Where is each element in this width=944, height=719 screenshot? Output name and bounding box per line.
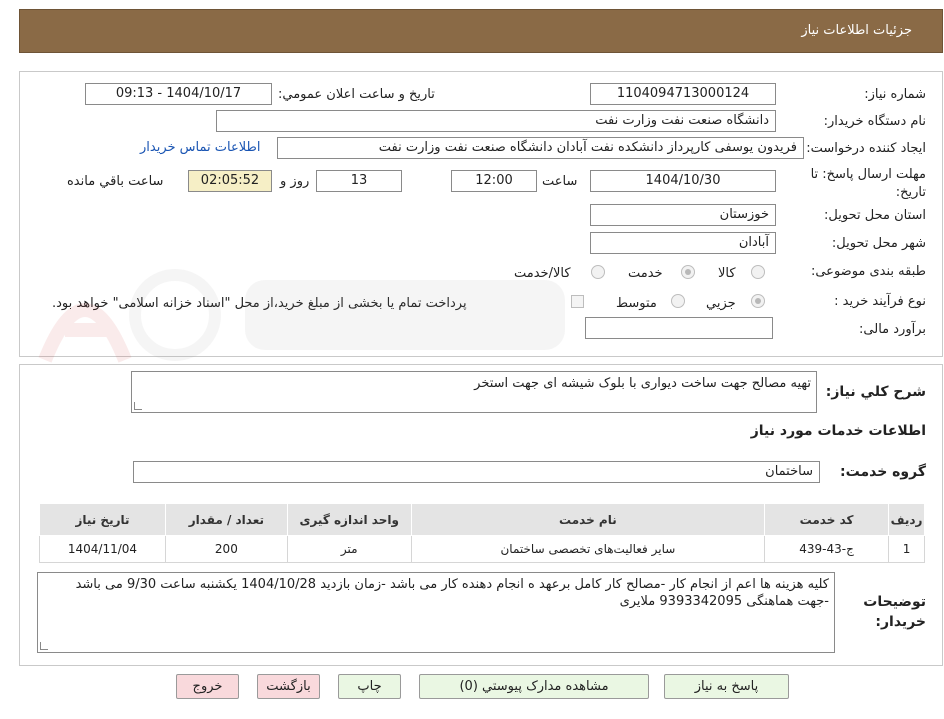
cell-row: 1 [888, 535, 925, 563]
service-group-field: ساختمان [133, 461, 820, 483]
resize-grip-icon [134, 402, 142, 410]
services-table: ردیف کد خدمت نام خدمت واحد اندازه گیری ت… [39, 503, 925, 563]
col-date: تاریخ نیاز [39, 503, 166, 536]
treasury-payment-note: پرداخت تمام یا بخشی از مبلغ خرید،از محل … [52, 296, 467, 311]
category-goods-label: کالا [718, 266, 736, 281]
description-label: شرح کلي نیاز: [825, 384, 926, 400]
deadline-date-field: 1404/10/30 [590, 170, 776, 192]
process-partial-radio[interactable] [751, 294, 765, 308]
need-number-label: شماره نیاز: [864, 87, 926, 102]
process-medium-radio[interactable] [671, 294, 685, 308]
cell-qty: 200 [164, 535, 288, 563]
remaining-time-label: ساعت باقي مانده [67, 174, 164, 189]
deadline-time-field: 12:00 [451, 170, 537, 192]
description-textarea: تهیه مصالح جهت ساخت دیواری با بلوک شیشه … [131, 371, 817, 413]
col-qty: تعداد / مقدار [164, 503, 288, 536]
buyer-org-field: دانشگاه صنعت نفت وزارت نفت [216, 110, 776, 132]
requester-label: ایجاد کننده درخواست: [806, 141, 926, 156]
services-section-title: اطلاعات خدمات مورد نیاز [750, 423, 926, 439]
col-code: کد خدمت [764, 503, 890, 536]
page-title: جزئیات اطلاعات نیاز [801, 23, 912, 38]
resize-grip-icon [40, 642, 48, 650]
col-row: ردیف [888, 503, 925, 536]
time-label: ساعت [542, 174, 578, 189]
reply-button[interactable]: پاسخ به نیاز [664, 674, 789, 699]
days-remaining-field: 13 [316, 170, 402, 192]
category-label: طبقه بندی موضوعی: [810, 264, 926, 279]
table-header-row: ردیف کد خدمت نام خدمت واحد اندازه گیری ت… [39, 503, 925, 536]
category-goods-radio[interactable] [751, 265, 765, 279]
col-name: نام خدمت [410, 503, 766, 536]
category-goods-service-radio[interactable] [591, 265, 605, 279]
buyer-notes-text: کلیه هزینه ها اعم از انجام کار -مصالح کا… [75, 577, 829, 609]
city-field: آبادان [590, 232, 776, 254]
cell-code: ج-43-439 [764, 535, 890, 563]
process-medium-label: متوسط [616, 296, 657, 311]
budget-field [585, 317, 773, 339]
province-label: استان محل تحویل: [824, 208, 926, 223]
exit-button[interactable]: خروج [176, 674, 239, 699]
buyer-org-label: نام دستگاه خریدار: [823, 114, 926, 129]
process-partial-label: جزیي [706, 296, 736, 311]
purchase-process-label: نوع فرآیند خرید : [834, 294, 926, 309]
days-label: روز و [280, 174, 310, 189]
announce-date-field: 1404/10/17 - 09:13 [85, 83, 272, 105]
city-label: شهر محل تحویل: [831, 236, 926, 251]
service-group-label: گروه خدمت: [840, 464, 926, 480]
view-attachments-button[interactable]: مشاهده مدارک پیوستي (0) [419, 674, 649, 699]
category-service-label: خدمت [628, 266, 663, 281]
buyer-contact-link[interactable]: اطلاعات تماس خریدار [140, 140, 260, 155]
table-row: 1 ج-43-439 سایر فعالیت‌های تخصصی ساختمان… [39, 535, 925, 563]
cell-unit: متر [286, 535, 412, 563]
remaining-time-timer: 02:05:52 [188, 170, 272, 192]
description-text: تهیه مصالح جهت ساخت دیواری با بلوک شیشه … [474, 376, 811, 391]
cell-name: سایر فعالیت‌های تخصصی ساختمان [410, 535, 766, 563]
category-service-radio[interactable] [681, 265, 695, 279]
print-button[interactable]: چاپ [338, 674, 401, 699]
back-button[interactable]: بازگشت [257, 674, 320, 699]
buyer-notes-label: توضیحات خریدار: [863, 594, 926, 630]
requester-field: فریدون یوسفی کارپرداز دانشکده نفت آبادان… [277, 137, 804, 159]
budget-label: برآورد مالی: [859, 322, 926, 337]
announce-date-label: تاریخ و ساعت اعلان عمومي: [278, 87, 435, 102]
buyer-notes-textarea: کلیه هزینه ها اعم از انجام کار -مصالح کا… [37, 572, 835, 653]
province-field: خوزستان [590, 204, 776, 226]
need-number-field: 1104094713000124 [590, 83, 776, 105]
col-unit: واحد اندازه گیری [286, 503, 412, 536]
deadline-label: مهلت ارسال پاسخ: تا تاریخ: [810, 167, 926, 200]
page-header: جزئیات اطلاعات نیاز [19, 9, 943, 53]
category-goods-service-label: کالا/خدمت [514, 266, 571, 281]
treasury-payment-checkbox[interactable] [571, 295, 584, 308]
cell-date: 1404/11/04 [39, 535, 166, 563]
